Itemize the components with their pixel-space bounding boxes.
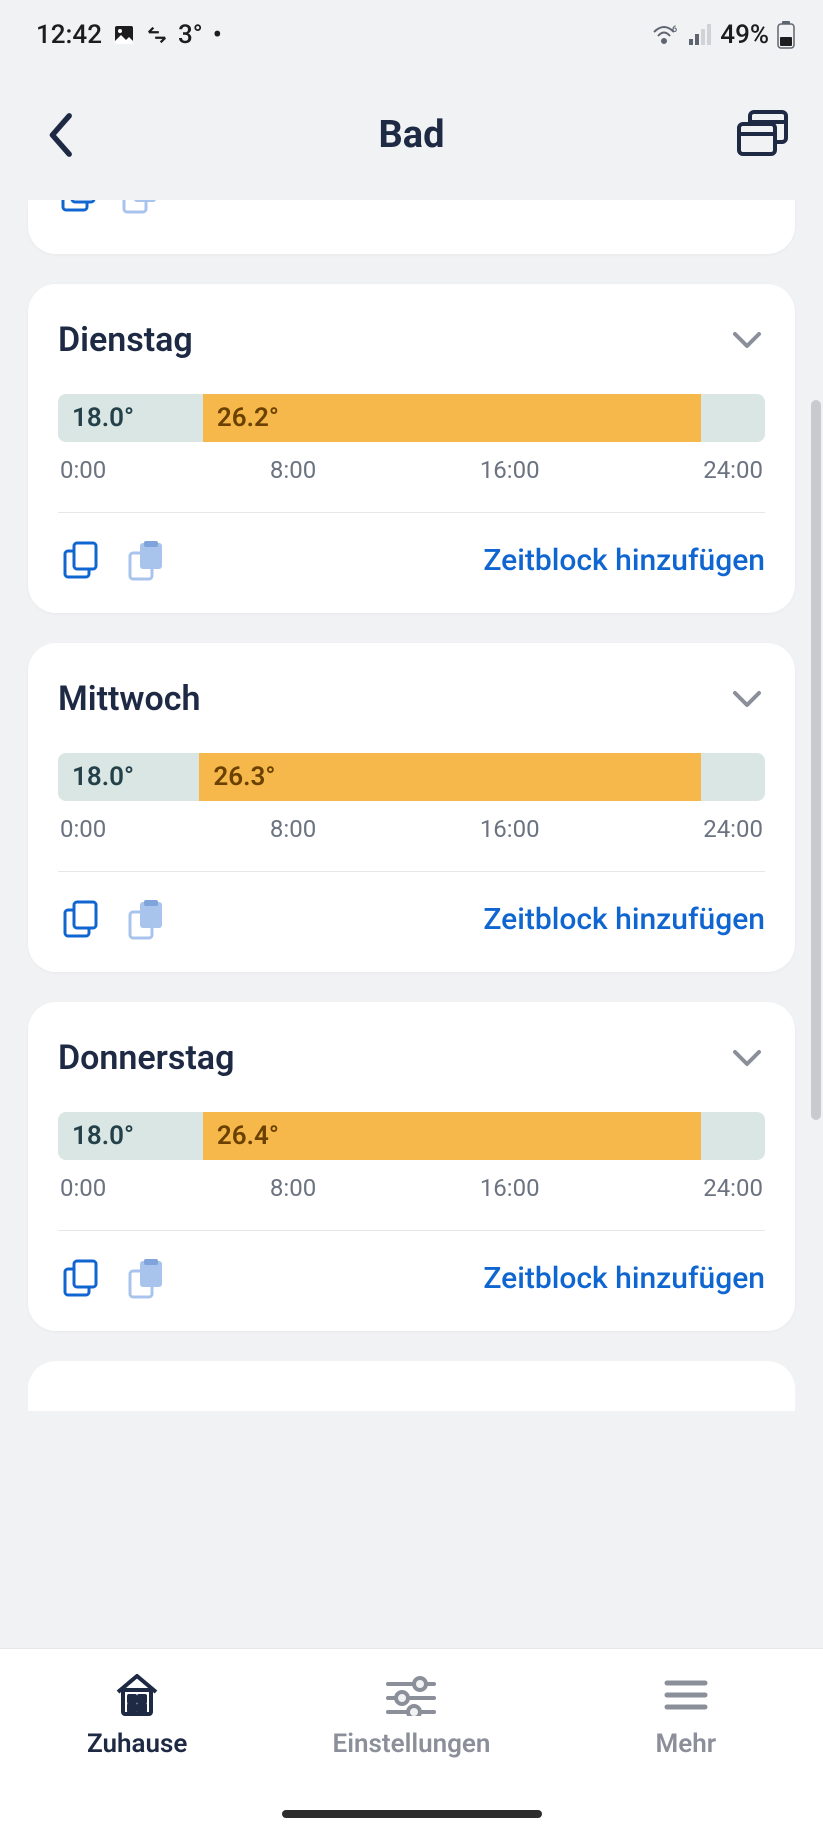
timeline[interactable]: 18.0° 26.3°	[58, 753, 765, 801]
time-label: 24:00	[703, 1174, 763, 1202]
timeline-segment[interactable]: 18.0°	[58, 753, 199, 801]
timeline-segment[interactable]: 18.0°	[58, 394, 203, 442]
signal-icon	[688, 24, 712, 46]
day-name: Mittwoch	[58, 679, 200, 719]
svg-text:6: 6	[672, 25, 677, 35]
back-button[interactable]	[34, 107, 90, 163]
nav-more[interactable]: Mehr	[549, 1667, 823, 1828]
timeline[interactable]: 18.0° 26.2°	[58, 394, 765, 442]
timeline-segment[interactable]: 26.2°	[203, 394, 701, 442]
chevron-down-icon[interactable]	[729, 681, 765, 717]
copy-icon[interactable]	[58, 537, 104, 583]
day-card: Dienstag 18.0° 26.2° 0:00 8:00 16:00 24:00 Zeit…	[28, 284, 795, 613]
footer-icons	[58, 537, 168, 583]
segment-temp: 18.0°	[72, 1121, 134, 1151]
page-title: Bad	[379, 113, 445, 157]
timeline-segment[interactable]: 18.0°	[58, 1112, 203, 1160]
time-label: 0:00	[60, 1174, 106, 1202]
time-label: 16:00	[480, 815, 540, 843]
add-timeblock-link[interactable]: Zeitblock hinzufügen	[483, 1261, 765, 1296]
sliders-icon	[383, 1667, 439, 1723]
copy-icon[interactable]	[58, 1255, 104, 1301]
divider	[58, 512, 765, 513]
time-label: 24:00	[703, 456, 763, 484]
time-labels: 0:00 8:00 16:00 24:00	[58, 815, 765, 843]
bottom-nav: Zuhause Einstellungen Mehr	[0, 1648, 823, 1828]
day-card: Donnerstag 18.0° 26.4° 0:00 8:00 16:00 24:00 Ze…	[28, 1002, 795, 1331]
day-card-header[interactable]: Donnerstag	[58, 1038, 765, 1078]
status-temp: 3°	[178, 20, 203, 50]
day-card-footer: Zeitblock hinzufügen	[58, 896, 765, 942]
copy-icon[interactable]	[58, 200, 100, 218]
footer-icons	[58, 1255, 168, 1301]
time-labels: 0:00 8:00 16:00 24:00	[58, 1174, 765, 1202]
time-label: 0:00	[60, 815, 106, 843]
paste-icon[interactable]	[118, 200, 160, 218]
timeline-segment[interactable]: 26.3°	[199, 753, 701, 801]
day-card-footer: Zeitblock hinzufügen	[58, 1255, 765, 1301]
day-name: Dienstag	[58, 320, 193, 360]
wifi-icon: 6	[652, 24, 680, 46]
add-timeblock-link[interactable]: Zeitblock hinzufügen	[483, 543, 765, 578]
menu-icon	[658, 1667, 714, 1723]
time-label: 8:00	[270, 1174, 316, 1202]
copy-icon[interactable]	[58, 896, 104, 942]
timeline[interactable]: 18.0° 26.4°	[58, 1112, 765, 1160]
home-icon	[109, 1667, 165, 1723]
status-left: 12:42 3° •	[36, 20, 222, 50]
day-card-header[interactable]: Mittwoch	[58, 679, 765, 719]
segment-temp: 18.0°	[72, 762, 134, 792]
battery-icon	[777, 21, 795, 49]
nav-home[interactable]: Zuhause	[0, 1667, 274, 1828]
status-battery-text: 49%	[720, 20, 769, 50]
nav-settings[interactable]: Einstellungen	[274, 1667, 548, 1828]
time-labels: 0:00 8:00 16:00 24:00	[58, 456, 765, 484]
time-label: 16:00	[480, 456, 540, 484]
day-name: Donnerstag	[58, 1038, 234, 1078]
day-card-header[interactable]: Dienstag	[58, 320, 765, 360]
chevron-down-icon[interactable]	[729, 322, 765, 358]
day-card-footer: Zeitblock hinzufügen	[58, 537, 765, 583]
divider	[58, 871, 765, 872]
status-time: 12:42	[36, 20, 102, 50]
schedule-list[interactable]: Dienstag 18.0° 26.2° 0:00 8:00 16:00 24:00 Zeit…	[0, 200, 823, 1648]
timeline-segment[interactable]	[701, 1112, 765, 1160]
segment-temp: 26.3°	[213, 762, 275, 792]
footer-icons	[58, 896, 168, 942]
status-bar: 12:42 3° • 6 49%	[0, 0, 823, 70]
image-icon	[112, 23, 136, 47]
divider	[58, 1230, 765, 1231]
day-card-partial-bottom	[28, 1361, 795, 1411]
scrollbar[interactable]	[811, 400, 821, 1120]
time-label: 24:00	[703, 815, 763, 843]
time-label: 16:00	[480, 1174, 540, 1202]
nav-home-label: Zuhause	[87, 1729, 187, 1759]
status-dot: •	[213, 20, 222, 50]
home-indicator[interactable]	[282, 1810, 542, 1818]
timeline-segment[interactable]	[701, 753, 765, 801]
day-card: Mittwoch 18.0° 26.3° 0:00 8:00 16:00 24:00 Zeit…	[28, 643, 795, 972]
paste-icon[interactable]	[122, 1255, 168, 1301]
time-label: 8:00	[270, 456, 316, 484]
segment-temp: 18.0°	[72, 403, 134, 433]
day-card-partial-top	[28, 200, 795, 254]
nav-settings-label: Einstellungen	[333, 1729, 491, 1759]
timeline-segment[interactable]: 26.4°	[203, 1112, 701, 1160]
segment-temp: 26.4°	[217, 1121, 279, 1151]
paste-icon[interactable]	[122, 896, 168, 942]
header: Bad	[0, 70, 823, 200]
time-label: 0:00	[60, 456, 106, 484]
timeline-segment[interactable]	[701, 394, 765, 442]
sync-icon	[146, 24, 168, 46]
segment-temp: 26.2°	[217, 403, 279, 433]
chevron-down-icon[interactable]	[729, 1040, 765, 1076]
time-label: 8:00	[270, 815, 316, 843]
status-right: 6 49%	[652, 20, 795, 50]
add-timeblock-link[interactable]: Zeitblock hinzufügen	[483, 902, 765, 937]
calendar-button[interactable]	[733, 105, 793, 165]
paste-icon[interactable]	[122, 537, 168, 583]
nav-more-label: Mehr	[656, 1729, 717, 1759]
